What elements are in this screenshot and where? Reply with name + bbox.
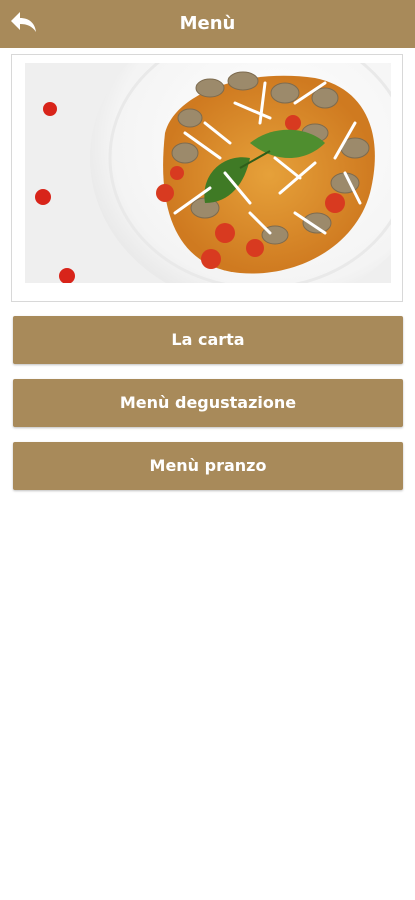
dish-photo-card [11, 54, 403, 302]
menu-button-la-carta[interactable]: La carta [13, 316, 403, 364]
dish-photo [25, 63, 391, 283]
menu-button-degustazione[interactable]: Menù degustazione [13, 379, 403, 427]
menu-button-pranzo[interactable]: Menù pranzo [13, 442, 403, 490]
page-title: Menù [179, 13, 236, 34]
app-screen: Menù La carta Menù degustazione Menù pra… [0, 0, 415, 900]
top-bar: Menù [0, 0, 415, 48]
